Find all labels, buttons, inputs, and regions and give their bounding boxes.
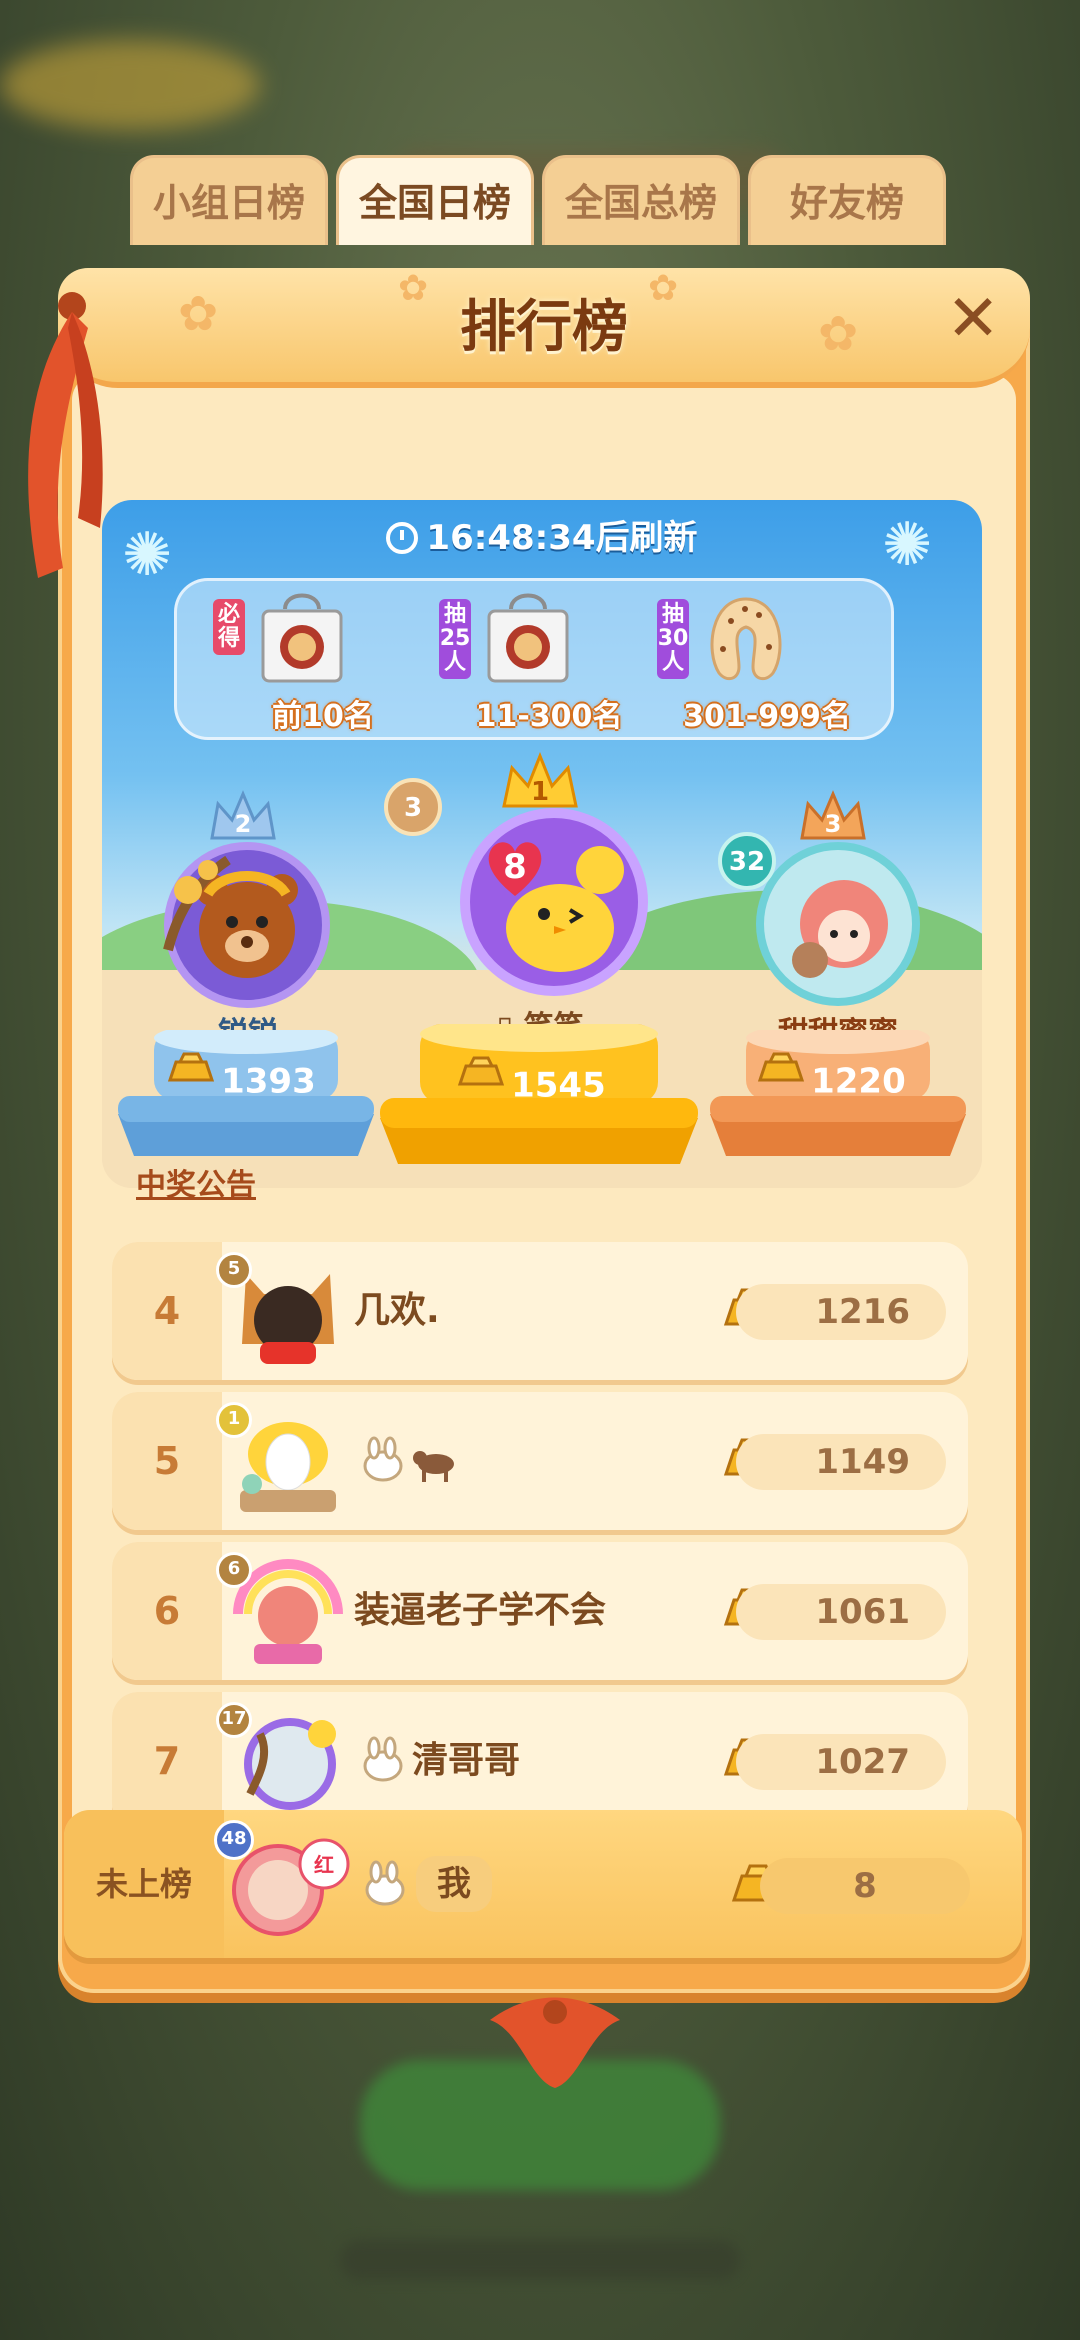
bunny-badge-icon (365, 1860, 405, 1906)
level-badge: 17 (216, 1702, 252, 1738)
background-blob (0, 40, 260, 130)
prize-tag: 抽25人 (439, 599, 471, 679)
level-badge: 5 (216, 1252, 252, 1288)
rank-number: 4 (112, 1242, 222, 1380)
ox-icon (413, 1451, 454, 1482)
rank-number: 6 (112, 1542, 222, 1680)
ribbon-decoration (490, 1997, 620, 2088)
my-rank-status: 未上榜 (64, 1810, 224, 1958)
gold-ingot-icon (757, 1052, 805, 1082)
tab-national-total[interactable]: 全国总榜 (542, 155, 740, 245)
my-rank-row[interactable]: 未上榜 红 48 我 8 (64, 1810, 1022, 1958)
heart-badge-icon: 8 (488, 842, 542, 896)
avatar-badge-text: 8 (503, 847, 527, 887)
level-badge: 3 (384, 778, 442, 836)
bunny-badge-icon (363, 1736, 403, 1782)
score-third: 1220 (756, 1052, 946, 1102)
score-value: 1027 (736, 1734, 946, 1790)
level-badge: 1 (216, 1402, 252, 1438)
prize-top10: 必得 前10名 (213, 591, 433, 734)
score-value: 1545 (511, 1065, 606, 1106)
prize-11-300: 抽25人 11-300名 (439, 591, 659, 734)
my-score: 8 (760, 1858, 970, 1914)
gold-ingot-icon (457, 1056, 505, 1086)
level-badge: 48 (214, 1820, 254, 1860)
player-name: 装逼老子学不会 (354, 1590, 607, 1631)
prize-box[interactable]: 必得 前10名 抽25人 11-300名 抽30人 301-999名 (174, 578, 894, 740)
my-name: 我 (416, 1856, 492, 1912)
clock-icon (386, 522, 419, 554)
tab-friends[interactable]: 好友榜 (748, 155, 946, 245)
panel-title: 排行榜 (460, 295, 628, 360)
crown-icon: 2 (210, 790, 276, 840)
timer-suffix: 后刷新 (595, 518, 698, 558)
prize-tag: 抽30人 (657, 599, 689, 679)
podium-first[interactable]: 1 3 8 ▯ 笑笑 (384, 752, 690, 1052)
gift-bag-icon (487, 593, 569, 683)
girl-avatar-icon (792, 880, 888, 978)
tab-national-daily[interactable]: 全国日榜 (336, 155, 534, 245)
rank-row[interactable]: 5 1 1149 (112, 1392, 968, 1530)
prize-label: 11-300名 (475, 699, 623, 734)
score-value: 1216 (736, 1284, 946, 1340)
close-icon[interactable]: ✕ (938, 284, 1008, 354)
avatar[interactable] (756, 842, 920, 1006)
score-value: 1149 (736, 1434, 946, 1490)
crown-icon: 3 (800, 790, 866, 840)
prize-tag: 必得 (213, 599, 245, 655)
score-second: 1393 (166, 1052, 356, 1102)
crown-icon: 1 (502, 752, 578, 808)
player-name: 几欢. (354, 1290, 440, 1331)
rank-row[interactable]: 4 5 几欢. 1216 (112, 1242, 968, 1380)
svg-text:1: 1 (531, 777, 549, 807)
rank-row[interactable]: 6 6 装逼老子学不会 1061 (112, 1542, 968, 1680)
prize-label: 301-999名 (683, 699, 851, 734)
score-value: 1220 (811, 1061, 906, 1102)
branch-decoration (163, 855, 231, 952)
podium-third[interactable]: 3 32 甜甜蜜蜜 (708, 790, 968, 1051)
gold-ingot-icon (167, 1052, 215, 1082)
svg-text:红: 红 (314, 1853, 334, 1877)
svg-text:3: 3 (825, 810, 842, 838)
score-value: 1061 (736, 1584, 946, 1640)
rank-number: 5 (112, 1392, 222, 1530)
panel-header: ✿ ✿ ✿ ✿ 排行榜 ✕ (58, 268, 1030, 388)
level-badge: 32 (718, 832, 776, 890)
background-footer (340, 2240, 740, 2280)
level-badge: 6 (216, 1552, 252, 1588)
timer-time: 16:48:34 (426, 518, 596, 558)
bunny-badge-icon (363, 1436, 403, 1482)
prize-label: 前10名 (272, 699, 374, 734)
tab-bar: 小组日榜 全国日榜 全国总榜 好友榜 (72, 155, 1012, 245)
score-value: 1393 (221, 1061, 316, 1102)
score-first: 1545 (456, 1056, 656, 1106)
refresh-timer: 16:48:34后刷新 (102, 510, 982, 559)
gift-bag-icon (261, 593, 343, 683)
neck-pillow-icon (710, 597, 782, 681)
svg-text:2: 2 (235, 810, 252, 838)
tab-group-daily[interactable]: 小组日榜 (130, 155, 328, 245)
prize-301-999: 抽30人 301-999名 (657, 591, 877, 734)
prize-announcement-link[interactable]: 中奖公告 (136, 1160, 256, 1204)
